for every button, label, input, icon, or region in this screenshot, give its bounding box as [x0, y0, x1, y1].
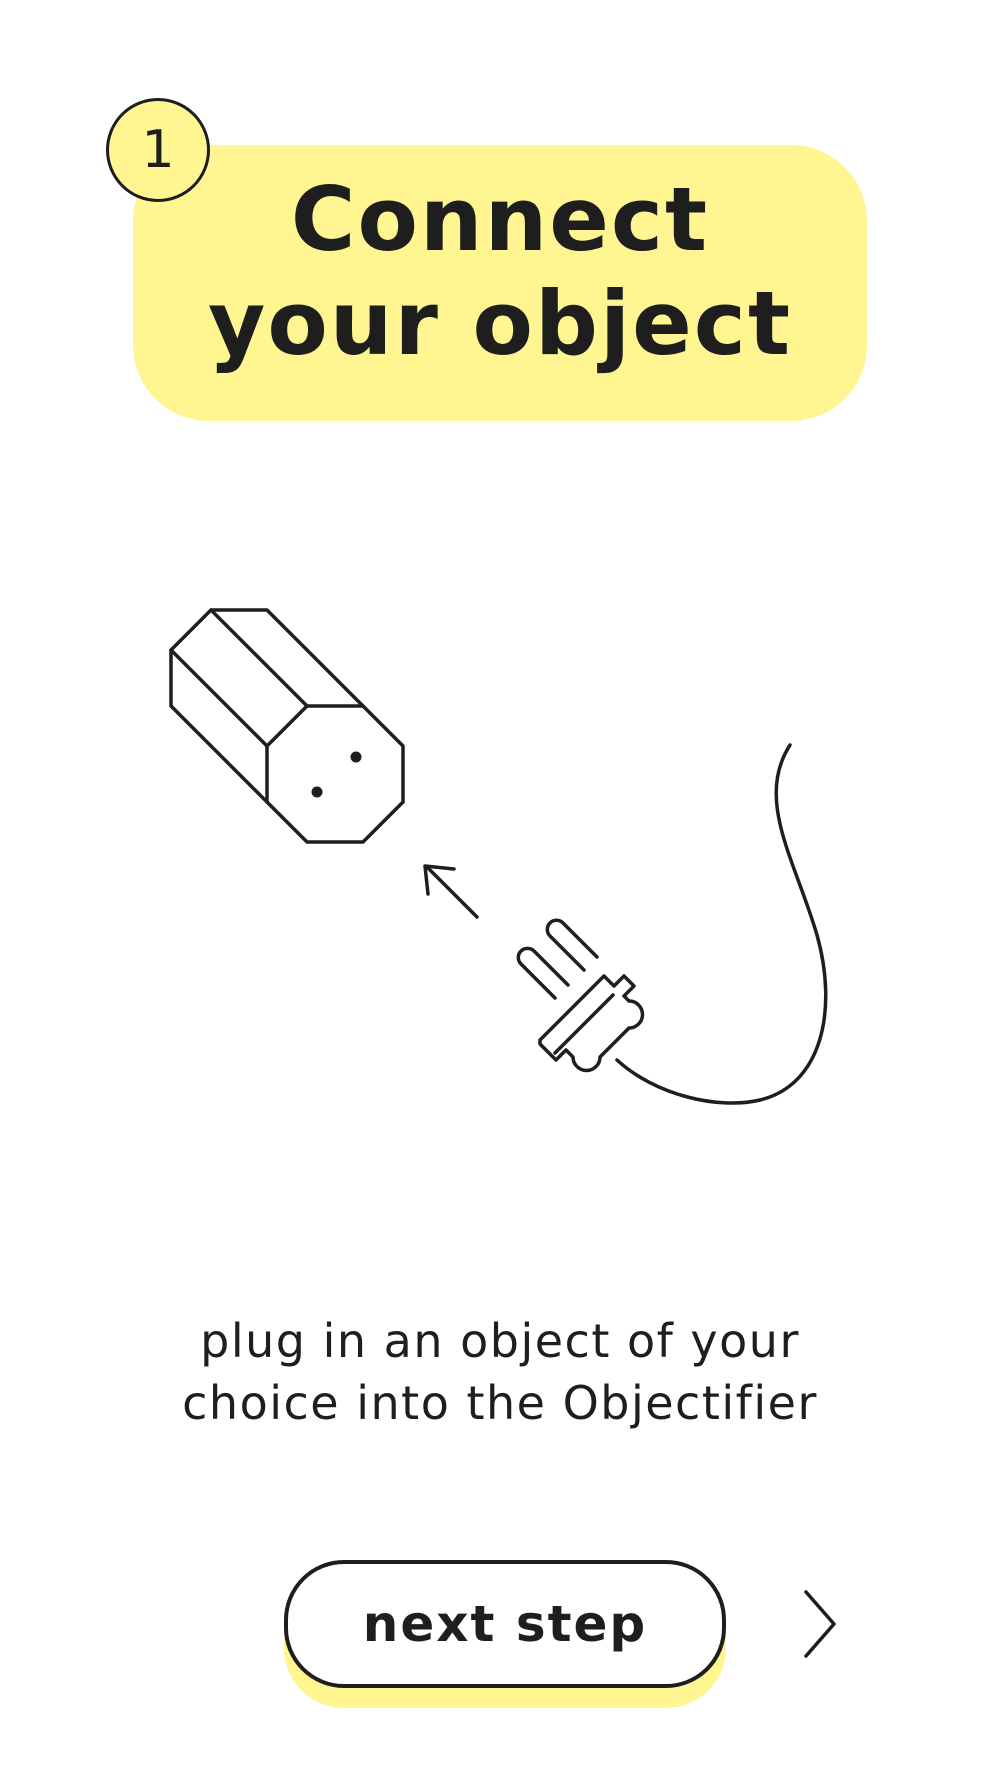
next-step-button[interactable]: next step — [284, 1560, 726, 1688]
instruction-line-2: choice into the Objectifier — [182, 1376, 818, 1430]
instruction-text: plug in an object of your choice into th… — [100, 1310, 900, 1434]
arrow-up-left-icon — [423, 864, 479, 919]
octagonal-socket-icon — [169, 608, 405, 844]
title-line-2: your object — [207, 272, 793, 375]
page-title: Connect your object — [133, 168, 867, 376]
chevron-right-icon[interactable] — [800, 1588, 840, 1660]
title-line-1: Connect — [290, 168, 710, 271]
connect-illustration — [169, 608, 828, 1105]
plug-with-cable-icon — [516, 743, 828, 1105]
instruction-line-1: plug in an object of your — [200, 1314, 800, 1368]
